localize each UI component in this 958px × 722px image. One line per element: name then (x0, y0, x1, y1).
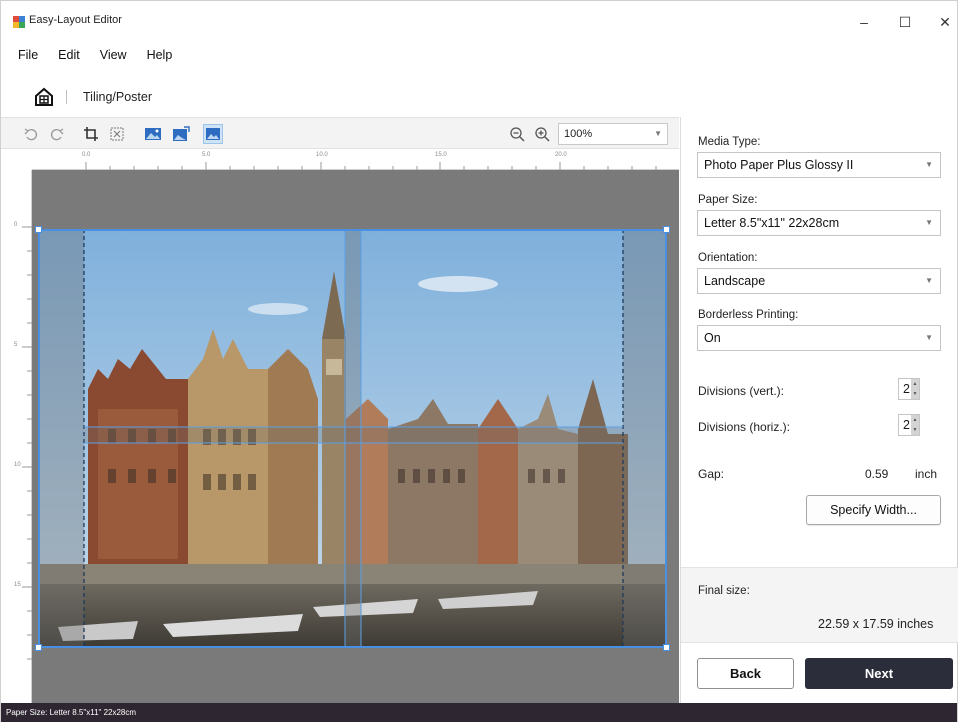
gap-label: Gap: (698, 467, 725, 481)
ruler-label: 15.0 (435, 152, 447, 158)
resize-handle[interactable] (35, 226, 42, 233)
toolbar: 100% ▼ (1, 117, 679, 149)
selection-frame[interactable] (38, 229, 667, 648)
ruler-label: 15 (14, 582, 21, 588)
chevron-down-icon: ▼ (925, 276, 933, 285)
ruler-corner (12, 150, 32, 170)
breadcrumb-current: Tiling/Poster (83, 90, 153, 104)
final-size-section: Final size: 22.59 x 17.59 inches (681, 567, 958, 643)
orientation-value: Landscape (704, 274, 766, 288)
ruler-horizontal: 0.0 5.0 10.0 15.0 20.0 (32, 150, 679, 170)
resize-handle[interactable] (663, 226, 670, 233)
spin-up-icon[interactable]: ▲ (911, 415, 919, 425)
image-tile-icon[interactable] (203, 124, 223, 144)
paper-size-label: Paper Size: (698, 194, 758, 206)
settings-panel: Media Type: Photo Paper Plus Glossy II ▼… (680, 117, 958, 703)
layout-canvas[interactable] (32, 170, 679, 703)
ruler-label: 0 (14, 222, 18, 228)
divisions-horiz-stepper[interactable]: 2 ▲ ▼ (898, 414, 920, 436)
gap-unit: inch (915, 467, 938, 481)
media-type-value: Photo Paper Plus Glossy II (704, 158, 854, 172)
close-button[interactable]: ✕ (923, 7, 958, 37)
media-type-label: Media Type: (698, 136, 761, 148)
menu-help[interactable]: Help (135, 43, 181, 67)
breadcrumb-separator (66, 90, 67, 104)
resize-handle[interactable] (35, 644, 42, 651)
menu-bar: File Edit View Help (1, 43, 180, 67)
redo-icon[interactable] (47, 124, 67, 144)
window-title: Easy-Layout Editor (29, 14, 122, 26)
borderless-value: On (704, 331, 721, 345)
app-window: Easy-Layout Editor – ☐ ✕ File Edit View … (0, 0, 958, 722)
ruler-label: 5 (14, 342, 18, 348)
resize-handle[interactable] (663, 644, 670, 651)
menu-edit[interactable]: Edit (46, 43, 88, 67)
ruler-horizontal-ticks (85, 162, 657, 170)
chevron-down-icon: ▼ (925, 333, 933, 342)
divisions-vert-value: 2 (903, 382, 910, 396)
divisions-vert-stepper[interactable]: 2 ▲ ▼ (898, 378, 920, 400)
divisions-horiz-label: Divisions (horiz.): (698, 420, 791, 434)
paper-size-value: Letter 8.5"x11" 22x28cm (704, 216, 840, 230)
zoom-value: 100% (564, 128, 593, 140)
orientation-select[interactable]: Landscape ▼ (697, 268, 941, 294)
spin-up-icon[interactable]: ▲ (911, 379, 919, 389)
spin-down-icon[interactable]: ▼ (911, 425, 919, 435)
paper-size-select[interactable]: Letter 8.5"x11" 22x28cm ▼ (697, 210, 941, 236)
chevron-down-icon: ▼ (925, 160, 933, 169)
borderless-select[interactable]: On ▼ (697, 325, 941, 351)
ruler-label: 10 (14, 462, 21, 468)
divisions-horiz-value: 2 (903, 418, 910, 432)
title-bar: Easy-Layout Editor – ☐ ✕ (1, 1, 957, 35)
divisions-vert-label: Divisions (vert.): (698, 384, 785, 398)
status-text: Paper Size: Letter 8.5"x11" 22x28cm (6, 708, 137, 717)
ruler-vertical-ticks (22, 226, 32, 660)
next-button[interactable]: Next (805, 658, 953, 689)
crop-icon[interactable] (81, 124, 101, 144)
undo-icon[interactable] (21, 124, 41, 144)
media-type-select[interactable]: Photo Paper Plus Glossy II ▼ (697, 152, 941, 178)
menu-view[interactable]: View (88, 43, 135, 67)
zoom-out-icon[interactable] (507, 124, 527, 144)
specify-width-button[interactable]: Specify Width... (806, 495, 941, 525)
borderless-label: Borderless Printing: (698, 309, 799, 321)
image-rotate-icon[interactable] (171, 124, 191, 144)
final-size-label: Final size: (698, 585, 750, 597)
zoom-in-icon[interactable] (532, 124, 552, 144)
status-bar: Paper Size: Letter 8.5"x11" 22x28cm (1, 703, 957, 722)
final-size-value: 22.59 x 17.59 inches (818, 617, 934, 631)
menu-file[interactable]: File (1, 43, 46, 67)
maximize-button[interactable]: ☐ (883, 7, 927, 37)
orientation-label: Orientation: (698, 252, 758, 264)
ruler-label: 20.0 (555, 152, 567, 158)
spin-down-icon[interactable]: ▼ (911, 389, 919, 399)
ruler-label: 0.0 (82, 152, 91, 158)
back-button[interactable]: Back (697, 658, 794, 689)
minimize-button[interactable]: – (842, 7, 886, 37)
app-logo-icon (13, 16, 25, 28)
zoom-select[interactable]: 100% ▼ (558, 123, 668, 145)
gap-value: 0.59 (865, 467, 889, 481)
home-icon[interactable] (34, 87, 54, 107)
fit-icon[interactable] (107, 124, 127, 144)
ruler-vertical: 0 5 10 15 (12, 170, 32, 703)
chevron-down-icon: ▼ (925, 218, 933, 227)
ruler-label: 10.0 (316, 152, 328, 158)
ruler-label: 5.0 (202, 152, 211, 158)
chevron-down-icon: ▼ (654, 129, 662, 138)
image-icon[interactable] (143, 124, 163, 144)
